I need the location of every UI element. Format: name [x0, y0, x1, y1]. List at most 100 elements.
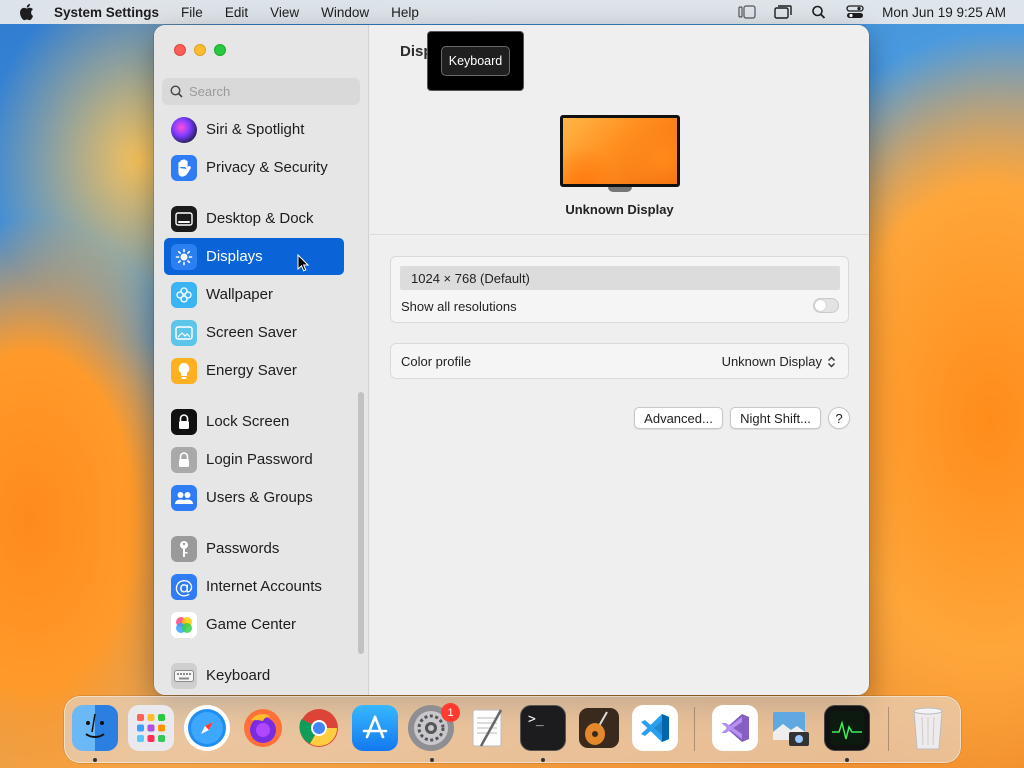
lock-icon: [171, 408, 197, 435]
sidebar-item-keyboard[interactable]: Keyboard: [164, 657, 344, 694]
sidebar-item-label: Desktop & Dock: [206, 210, 314, 227]
at-icon: @: [171, 573, 197, 600]
dock-chrome-icon[interactable]: [296, 705, 342, 751]
resolution-option[interactable]: 1024 × 768 (Default): [400, 266, 840, 290]
display-name: Unknown Display: [565, 202, 674, 217]
sidebar-item-passwords[interactable]: Passwords: [164, 530, 344, 567]
monitor-wallpaper: [563, 118, 677, 184]
control-center-icon[interactable]: [846, 5, 864, 19]
zoom-button[interactable]: [214, 44, 226, 56]
dock-activity-monitor-icon[interactable]: [824, 705, 870, 751]
search-icon: [170, 85, 183, 98]
search-input[interactable]: [189, 84, 349, 99]
dock-terminal-icon[interactable]: >_: [520, 705, 566, 751]
dock-app-store-icon[interactable]: [352, 705, 398, 751]
dock-firefox-icon[interactable]: [240, 705, 286, 751]
sidebar-item-energy-saver[interactable]: Energy Saver: [164, 352, 344, 389]
dock-separator: [888, 707, 889, 751]
sidebar-item-label: Energy Saver: [206, 362, 297, 379]
search-field[interactable]: [162, 78, 360, 105]
displays-pane: Disp Unknown Display 1024 × 768 (Default…: [370, 25, 869, 695]
mouse-pointer-icon: [297, 254, 309, 272]
keyboard-icon: [171, 662, 197, 689]
sidebar-item-screen-saver[interactable]: Screen Saver: [164, 314, 344, 351]
dock-textedit-icon[interactable]: [464, 705, 510, 751]
monitor-icon[interactable]: [560, 115, 680, 187]
screen-mirroring-icon[interactable]: [774, 5, 792, 19]
close-button[interactable]: [174, 44, 186, 56]
menu-clock[interactable]: Mon Jun 19 9:25 AM: [882, 5, 1006, 20]
sidebar: Siri & Spotlight Privacy & Security Desk…: [154, 25, 369, 695]
sidebar-item-desktop-dock[interactable]: Desktop & Dock: [164, 200, 344, 237]
sidebar-item-label: Screen Saver: [206, 324, 297, 341]
show-all-resolutions-toggle[interactable]: [813, 298, 839, 313]
dock-running-indicator: [845, 758, 849, 762]
dock-running-indicator: [541, 758, 545, 762]
gamecenter-icon: [171, 611, 197, 638]
dock-running-indicator: [93, 758, 97, 762]
sidebar-item-privacy-security[interactable]: Privacy & Security: [164, 149, 344, 186]
sidebar-item-wallpaper[interactable]: Wallpaper: [164, 276, 344, 313]
chevron-up-down-icon: [828, 356, 835, 367]
dock-trash-icon[interactable]: [905, 705, 951, 751]
color-profile-label: Color profile: [401, 354, 472, 369]
night-shift-button[interactable]: Night Shift...: [730, 407, 821, 429]
sidebar-item-game-center[interactable]: Game Center: [164, 606, 344, 643]
monitor-stand: [608, 187, 632, 192]
sidebar-item-siri-spotlight[interactable]: Siri & Spotlight: [164, 111, 344, 148]
sidebar-item-login-password[interactable]: Login Password: [164, 441, 344, 478]
sidebar-item-label: Internet Accounts: [206, 578, 322, 595]
menu-app-name[interactable]: System Settings: [54, 5, 159, 20]
sidebar-item-label: Keyboard: [206, 667, 271, 684]
sidebar-item-label: Game Center: [206, 616, 297, 633]
menu-view[interactable]: View: [270, 5, 299, 20]
hand-icon: [171, 154, 197, 181]
menu-edit[interactable]: Edit: [225, 5, 248, 20]
menu-window[interactable]: Window: [321, 5, 369, 20]
dock-separator: [694, 707, 695, 751]
menu-bar: System Settings File Edit View Window He…: [0, 0, 1024, 24]
show-all-resolutions-label: Show all resolutions: [401, 299, 517, 314]
dock-preview-icon[interactable]: [768, 705, 814, 751]
sidebar-item-label: Users & Groups: [206, 489, 313, 506]
sidebar-item-displays[interactable]: Displays: [164, 238, 344, 275]
color-profile-group: Color profile Unknown Display: [390, 343, 849, 379]
sidebar-item-label: Wallpaper: [206, 286, 273, 303]
apple-menu-icon[interactable]: [18, 3, 36, 21]
stage-manager-icon[interactable]: [738, 5, 756, 19]
keyboard-tooltip: Keyboard: [427, 31, 524, 91]
dock-running-indicator: [430, 758, 434, 762]
sidebar-item-label: Siri & Spotlight: [206, 121, 305, 138]
lock-icon: [171, 446, 197, 473]
help-button[interactable]: ?: [828, 407, 850, 429]
sidebar-item-label: Login Password: [206, 451, 313, 468]
window-controls: [174, 44, 226, 56]
dock-notification-badge: 1: [441, 703, 460, 722]
dock: 1 >_: [64, 696, 961, 763]
tooltip-label: Keyboard: [440, 46, 511, 76]
key-icon: [171, 535, 197, 562]
sidebar-item-lock-screen[interactable]: Lock Screen: [164, 403, 344, 440]
resolution-group: 1024 × 768 (Default) Show all resolution…: [390, 256, 849, 323]
dock-finder-icon[interactable]: [72, 705, 118, 751]
sidebar-item-internet-accounts[interactable]: @ Internet Accounts: [164, 568, 344, 605]
minimize-button[interactable]: [194, 44, 206, 56]
sidebar-scrollbar[interactable]: [358, 392, 364, 654]
sidebar-item-label: Privacy & Security: [206, 159, 328, 176]
sidebar-item-label: Passwords: [206, 540, 280, 557]
dock-visual-studio-icon[interactable]: [712, 705, 758, 751]
dock-safari-icon[interactable]: [184, 705, 230, 751]
menu-help[interactable]: Help: [391, 5, 419, 20]
desktop-dock-icon: [171, 205, 197, 232]
dock-vscode-icon[interactable]: [632, 705, 678, 751]
advanced-button[interactable]: Advanced...: [634, 407, 723, 429]
sidebar-item-label: Lock Screen: [206, 413, 290, 430]
sidebar-item-users-groups[interactable]: Users & Groups: [164, 479, 344, 516]
color-profile-popup[interactable]: Unknown Display: [722, 354, 836, 369]
dock-launchpad-icon[interactable]: [128, 705, 174, 751]
users-icon: [171, 484, 197, 511]
spotlight-search-icon[interactable]: [810, 5, 828, 19]
dock-garageband-icon[interactable]: [576, 705, 622, 751]
menu-file[interactable]: File: [181, 5, 203, 20]
system-settings-window: Siri & Spotlight Privacy & Security Desk…: [154, 25, 869, 695]
